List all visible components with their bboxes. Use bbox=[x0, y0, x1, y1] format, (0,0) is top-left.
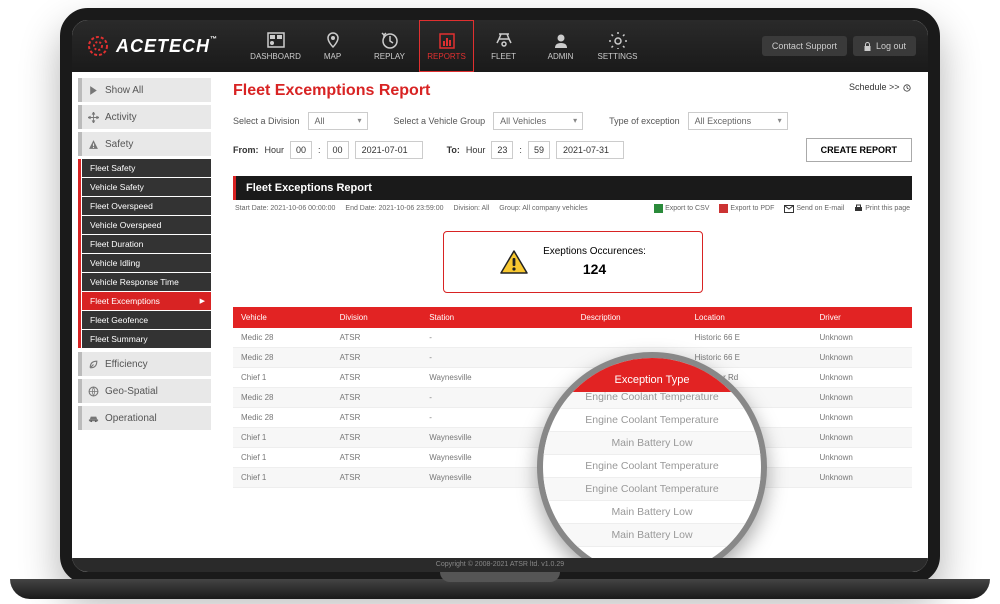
table-row: Medic 28ATSR-Historic 66 EUnknown bbox=[233, 328, 912, 348]
magnifier-overlay: Exception Type Engine Coolant Temperatur… bbox=[537, 352, 767, 558]
exceptions-callout: Exeptions Occurences: 124 bbox=[443, 231, 703, 293]
report-title-bar: Fleet Exceptions Report bbox=[233, 176, 912, 200]
nav-admin[interactable]: ADMIN bbox=[533, 20, 588, 72]
nav-replay[interactable]: REPLAY bbox=[362, 20, 417, 72]
leaf-icon bbox=[88, 359, 99, 370]
nav-map[interactable]: MAP bbox=[305, 20, 360, 72]
from-date-input[interactable]: 2021-07-01 bbox=[355, 141, 423, 159]
print-icon bbox=[854, 204, 863, 213]
sidebar-item-vehicle-response-time[interactable]: Vehicle Response Time bbox=[82, 273, 211, 291]
main-content: Schedule >> Fleet Excemptions Report Sel… bbox=[217, 72, 928, 558]
table-header: Location bbox=[687, 307, 812, 328]
logo-icon bbox=[84, 34, 112, 58]
division-select[interactable]: All bbox=[308, 112, 368, 130]
sidebar-item-fleet-geofence[interactable]: Fleet Geofence bbox=[82, 311, 211, 329]
nav-dashboard[interactable]: DASHBOARD bbox=[248, 20, 303, 72]
exception-type-select[interactable]: All Exceptions bbox=[688, 112, 788, 130]
export-pdf-link[interactable]: Export to PDF bbox=[719, 204, 774, 213]
exception-type-label: Type of exception bbox=[609, 116, 680, 126]
sidebar-item-vehicle-idling[interactable]: Vehicle Idling bbox=[82, 254, 211, 272]
from-minute-input[interactable]: 00 bbox=[327, 141, 349, 159]
sidebar-item-fleet-safety[interactable]: Fleet Safety bbox=[82, 159, 211, 177]
to-hour-input[interactable]: 23 bbox=[491, 141, 513, 159]
callout-label: Exeptions Occurences: bbox=[543, 244, 646, 259]
map-icon bbox=[323, 31, 343, 49]
export-csv-link[interactable]: Export to CSV bbox=[654, 204, 709, 213]
to-minute-input[interactable]: 59 bbox=[528, 141, 550, 159]
magnifier-row: Engine Coolant Temperature bbox=[543, 409, 761, 432]
contact-support-button[interactable]: Contact Support bbox=[762, 36, 847, 56]
to-label: To: bbox=[447, 145, 460, 155]
brand-name: ACETECH™ bbox=[116, 36, 218, 57]
from-hour-input[interactable]: 00 bbox=[290, 141, 312, 159]
nav-reports[interactable]: REPORTS bbox=[419, 20, 474, 72]
table-header: Description bbox=[573, 307, 687, 328]
magnifier-row: Main Battery Low bbox=[543, 524, 761, 547]
settings-icon bbox=[608, 31, 628, 49]
magnifier-row: Main Battery Low bbox=[543, 501, 761, 524]
schedule-link[interactable]: Schedule >> bbox=[849, 82, 912, 92]
sidebar: Show All Activity Safety Fleet SafetyVeh… bbox=[72, 72, 217, 558]
report-meta: Start Date: 2021-10-06 00:00:00 End Date… bbox=[233, 200, 912, 217]
topbar: ACETECH™ DASHBOARDMAPREPLAYREPORTSFLEETA… bbox=[72, 20, 928, 72]
dashboard-icon bbox=[266, 31, 286, 49]
move-icon bbox=[88, 112, 99, 123]
from-label: From: bbox=[233, 145, 259, 155]
table-header: Vehicle bbox=[233, 307, 332, 328]
vehicle-group-select[interactable]: All Vehicles bbox=[493, 112, 583, 130]
clock-icon bbox=[902, 84, 912, 92]
laptop-frame: ACETECH™ DASHBOARDMAPREPLAYREPORTSFLEETA… bbox=[60, 8, 940, 584]
sidebar-safety-submenu: Fleet SafetyVehicle SafetyFleet Overspee… bbox=[82, 159, 211, 348]
table-header bbox=[540, 307, 573, 328]
magnifier-row: Engine Coolant Temperature bbox=[543, 478, 761, 501]
vehicle-group-label: Select a Vehicle Group bbox=[394, 116, 486, 126]
sidebar-cat-operational[interactable]: Operational bbox=[78, 406, 211, 430]
car-icon bbox=[88, 413, 99, 424]
sidebar-cat-geo-spatial[interactable]: Geo-Spatial bbox=[78, 379, 211, 403]
logout-button[interactable]: Log out bbox=[853, 36, 916, 56]
table-header: Driver bbox=[811, 307, 912, 328]
mail-icon bbox=[784, 205, 794, 213]
print-link[interactable]: Print this page bbox=[854, 204, 910, 213]
table-header: Station bbox=[421, 307, 540, 328]
sidebar-item-vehicle-overspeed[interactable]: Vehicle Overspeed bbox=[82, 216, 211, 234]
brand-logo: ACETECH™ bbox=[84, 34, 218, 58]
admin-icon bbox=[551, 31, 571, 49]
main-nav: DASHBOARDMAPREPLAYREPORTSFLEETADMINSETTI… bbox=[248, 20, 645, 72]
sidebar-item-fleet-excemptions[interactable]: Fleet Excemptions▶ bbox=[82, 292, 211, 310]
table-header: Division bbox=[332, 307, 422, 328]
play-icon bbox=[88, 85, 99, 96]
sidebar-item-fleet-overspeed[interactable]: Fleet Overspeed bbox=[82, 197, 211, 215]
sidebar-item-fleet-summary[interactable]: Fleet Summary bbox=[82, 330, 211, 348]
magnifier-row: Engine Coolant Temperature bbox=[543, 455, 761, 478]
to-date-input[interactable]: 2021-07-31 bbox=[556, 141, 624, 159]
lock-icon bbox=[863, 42, 872, 51]
laptop-notch bbox=[440, 572, 560, 582]
callout-value: 124 bbox=[543, 259, 646, 280]
magnifier-header: Exception Type bbox=[543, 358, 761, 392]
reports-icon bbox=[437, 31, 457, 49]
fleet-icon bbox=[494, 31, 514, 49]
globe-icon bbox=[88, 386, 99, 397]
division-label: Select a Division bbox=[233, 116, 300, 126]
warning-triangle-icon bbox=[499, 249, 529, 275]
nav-settings[interactable]: SETTINGS bbox=[590, 20, 645, 72]
sidebar-cat-safety[interactable]: Safety bbox=[78, 132, 211, 156]
excel-icon bbox=[654, 204, 663, 213]
replay-icon bbox=[380, 31, 400, 49]
sidebar-cat-show-all[interactable]: Show All bbox=[78, 78, 211, 102]
send-email-link[interactable]: Send on E-mail bbox=[784, 204, 844, 213]
page-title: Fleet Excemptions Report bbox=[233, 82, 912, 100]
laptop-base bbox=[10, 579, 990, 599]
footer: Copyright © 2008-2021 ATSR ltd. v1.0.29 bbox=[72, 558, 928, 572]
create-report-button[interactable]: CREATE REPORT bbox=[806, 138, 912, 162]
warning-icon bbox=[88, 139, 99, 150]
sidebar-item-fleet-duration[interactable]: Fleet Duration bbox=[82, 235, 211, 253]
nav-fleet[interactable]: FLEET bbox=[476, 20, 531, 72]
sidebar-cat-activity[interactable]: Activity bbox=[78, 105, 211, 129]
sidebar-cat-efficiency[interactable]: Efficiency bbox=[78, 352, 211, 376]
pdf-icon bbox=[719, 204, 728, 213]
magnifier-row: Main Battery Low bbox=[543, 432, 761, 455]
sidebar-item-vehicle-safety[interactable]: Vehicle Safety bbox=[82, 178, 211, 196]
